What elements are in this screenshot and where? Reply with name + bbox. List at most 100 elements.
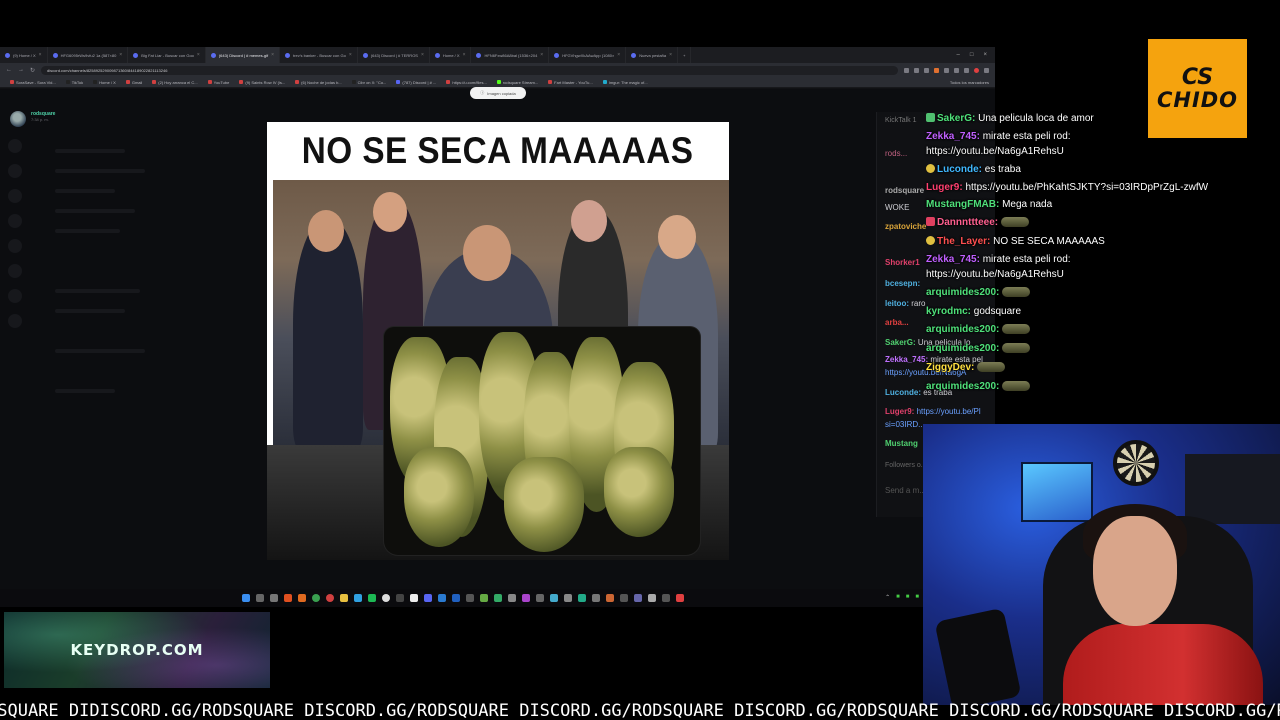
app-icon[interactable] bbox=[549, 594, 558, 602]
meme-image[interactable]: NO SE SECA MAAAAAS bbox=[267, 122, 729, 560]
close-icon[interactable]: × bbox=[271, 52, 274, 58]
taskview-icon[interactable] bbox=[269, 594, 278, 602]
new-tab-button[interactable]: + bbox=[678, 47, 692, 63]
avatar[interactable] bbox=[10, 111, 26, 127]
bookmark[interactable]: Imgur: The magic of... bbox=[602, 80, 648, 85]
channel-item[interactable] bbox=[55, 389, 115, 393]
file-icon[interactable] bbox=[409, 594, 418, 602]
bookmark[interactable]: Gmail bbox=[125, 80, 142, 85]
reload-icon[interactable]: ↻ bbox=[30, 67, 35, 74]
windows-start-icon[interactable] bbox=[241, 594, 250, 602]
tab-x-home-2[interactable]: Home / X × bbox=[430, 47, 472, 63]
close-icon[interactable]: × bbox=[669, 52, 672, 58]
server-icon[interactable] bbox=[8, 139, 22, 153]
tab-google-search[interactable]: Big Fat Liar - Buscar con Goo × bbox=[128, 47, 206, 63]
search-icon[interactable] bbox=[255, 594, 264, 602]
app-icon[interactable] bbox=[507, 594, 516, 602]
app-icon[interactable] bbox=[591, 594, 600, 602]
chat-username[interactable]: Luconde: bbox=[885, 388, 921, 397]
share-icon[interactable] bbox=[914, 67, 919, 73]
back-icon[interactable]: ← bbox=[6, 67, 12, 73]
download-icon[interactable] bbox=[964, 67, 969, 73]
send-message-input[interactable]: Send a m... bbox=[885, 486, 926, 495]
chrome-icon[interactable] bbox=[311, 594, 320, 602]
chat-username[interactable]: Zekka_745: bbox=[885, 355, 928, 364]
tab-google-search-2[interactable]: trev's banker - Buscar con Go × bbox=[280, 47, 358, 63]
app-icon[interactable] bbox=[619, 594, 628, 602]
zoom-icon[interactable] bbox=[904, 67, 909, 73]
bookmark[interactable]: rodsquare Stream... bbox=[496, 80, 538, 85]
tab-x-home[interactable]: (9) Home / X × bbox=[0, 47, 48, 63]
close-icon[interactable]: × bbox=[617, 52, 620, 58]
star-icon[interactable] bbox=[924, 67, 929, 73]
chat-username[interactable]: Luger9: bbox=[885, 407, 914, 416]
chat-username[interactable]: bcesepn: bbox=[885, 279, 920, 288]
bookmark[interactable]: YouTube bbox=[207, 80, 229, 85]
extension-icon[interactable] bbox=[944, 67, 949, 73]
tab-image-2[interactable]: HFN6Fxw86A8bal (1536×204 × bbox=[471, 47, 550, 63]
chat-username[interactable]: Shorker1 bbox=[885, 258, 920, 267]
app-icon[interactable] bbox=[451, 594, 460, 602]
extension-icon[interactable] bbox=[954, 67, 959, 73]
channel-item[interactable] bbox=[55, 209, 135, 213]
app-icon[interactable] bbox=[493, 594, 502, 602]
tray-icon[interactable]: ■ bbox=[906, 594, 910, 601]
chat-username[interactable]: SakerG: bbox=[885, 338, 916, 347]
channel-item[interactable] bbox=[55, 229, 120, 233]
bookmark[interactable]: Cibr on X: "Co... bbox=[351, 80, 386, 85]
app-icon[interactable] bbox=[633, 594, 642, 602]
app-icon[interactable] bbox=[535, 594, 544, 602]
chrome-alt-icon[interactable] bbox=[325, 594, 334, 602]
chat-username[interactable]: Mustang bbox=[885, 439, 918, 448]
menu-icon[interactable] bbox=[984, 67, 989, 73]
bookmark[interactable]: (6) Noche de jodas b... bbox=[295, 80, 342, 85]
app-icon[interactable] bbox=[647, 594, 656, 602]
channel-item[interactable] bbox=[55, 309, 125, 313]
app-icon[interactable] bbox=[661, 594, 670, 602]
all-bookmarks[interactable]: Todos los marcadores bbox=[950, 80, 995, 85]
app-icon[interactable] bbox=[479, 594, 488, 602]
server-icon[interactable] bbox=[8, 239, 22, 253]
forward-icon[interactable]: → bbox=[18, 67, 24, 73]
telegram-icon[interactable] bbox=[353, 594, 362, 602]
bookmark[interactable]: (2) Hoy arranca el C... bbox=[152, 80, 198, 85]
chevron-up-icon[interactable]: ⌃ bbox=[885, 594, 890, 601]
channel-item[interactable] bbox=[55, 289, 140, 293]
chat-username[interactable]: rodsquare bbox=[885, 186, 924, 195]
chat-username[interactable]: zpatoviche bbox=[885, 222, 926, 231]
close-window-icon[interactable]: × bbox=[983, 52, 987, 58]
brave-icon[interactable] bbox=[283, 594, 292, 602]
tab-image-1[interactable]: HFG6095rWs9vfu2 1a (587×80 × bbox=[48, 47, 129, 63]
vscode-icon[interactable] bbox=[437, 594, 446, 602]
app-icon[interactable] bbox=[577, 594, 586, 602]
close-icon[interactable]: × bbox=[463, 52, 466, 58]
chat-link[interactable]: https://youtu.be/Pl bbox=[917, 407, 981, 416]
server-icon[interactable] bbox=[8, 214, 22, 228]
bookmark[interactable]: SoraSave - Sora Vid... bbox=[10, 80, 56, 85]
server-icon[interactable] bbox=[8, 164, 22, 178]
close-icon[interactable]: × bbox=[349, 52, 352, 58]
channel-item[interactable] bbox=[55, 189, 115, 193]
app-icon[interactable] bbox=[605, 594, 614, 602]
spotify-icon[interactable] bbox=[367, 594, 376, 602]
tray-icon[interactable]: ■ bbox=[915, 594, 919, 601]
server-icon[interactable] bbox=[8, 314, 22, 328]
close-icon[interactable]: × bbox=[421, 52, 424, 58]
obs-icon[interactable] bbox=[381, 594, 390, 602]
profile-icon[interactable] bbox=[974, 67, 979, 73]
kicktalk-channel[interactable]: rods... bbox=[885, 149, 907, 158]
address-bar[interactable]: discord.com/channels/825892529009871360/… bbox=[41, 65, 898, 75]
bookmark[interactable]: https://u.com/files... bbox=[446, 80, 487, 85]
bookmark[interactable]: Home / X bbox=[93, 80, 116, 85]
app-icon[interactable] bbox=[563, 594, 572, 602]
chat-username[interactable]: arba... bbox=[885, 318, 909, 327]
chat-link[interactable]: si=03IRD... bbox=[885, 420, 925, 429]
close-icon[interactable]: × bbox=[119, 52, 122, 58]
tab-image-3[interactable]: HFGVhgwXkAAwApp (1080× × bbox=[549, 47, 627, 63]
channel-item[interactable] bbox=[55, 149, 125, 153]
bookmark[interactable]: (9) Saints Row IV (ls... bbox=[239, 80, 285, 85]
server-icon[interactable] bbox=[8, 289, 22, 303]
chat-username[interactable]: leitoo: bbox=[885, 299, 909, 308]
close-icon[interactable]: × bbox=[540, 52, 543, 58]
tray-icon[interactable]: ■ bbox=[896, 594, 900, 601]
